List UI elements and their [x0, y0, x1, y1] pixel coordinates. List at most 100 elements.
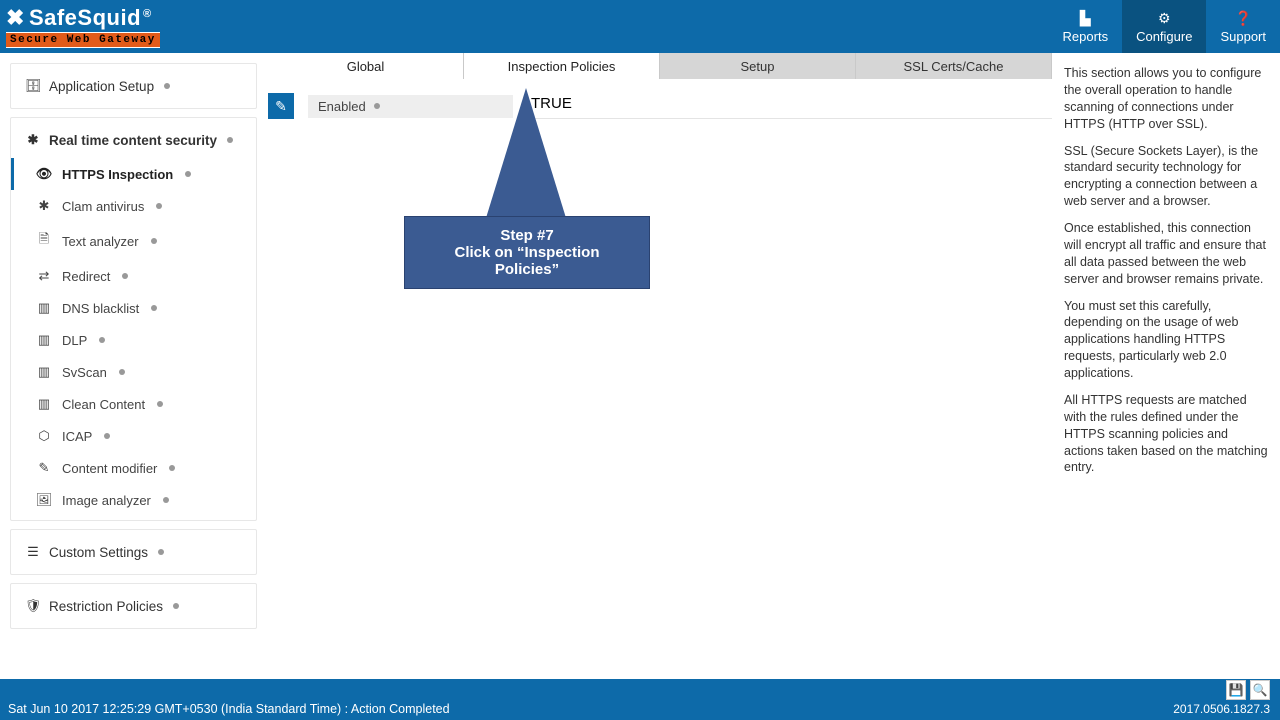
save-icon: 💾 — [1229, 683, 1244, 697]
sidebar-group-restriction: 🛡 Restriction Policies — [10, 583, 257, 629]
footer-buttons: 💾 🔍 — [1226, 680, 1270, 700]
sidebar-restriction-policies[interactable]: 🛡 Restriction Policies — [11, 588, 256, 624]
sidebar-item-dlp[interactable]: ▥ DLP — [11, 324, 256, 356]
tab-ssl-certs-cache[interactable]: SSL Certs/Cache — [856, 53, 1052, 79]
gears-icon: ⚙ — [1158, 10, 1171, 27]
help-paragraph: You must set this carefully, depending o… — [1064, 298, 1270, 382]
barcode-icon: ▥ — [36, 332, 52, 348]
sidebar-item-content-modifier[interactable]: ✎ Content modifier — [11, 452, 256, 484]
callout-text: Click on “Inspection Policies” — [427, 244, 627, 278]
info-icon — [156, 203, 162, 209]
footer: Sat Jun 10 2017 12:25:29 GMT+0530 (India… — [0, 679, 1280, 720]
property-value: TRUE — [527, 93, 1052, 119]
info-icon — [104, 433, 110, 439]
sidebar-item-label: Clam antivirus — [62, 199, 144, 214]
save-button[interactable]: 💾 — [1226, 680, 1246, 700]
sidebar-group-rtcs: ✱ Real time content security 👁 HTTPS Ins… — [10, 117, 257, 521]
info-icon — [227, 137, 233, 143]
footer-status: Sat Jun 10 2017 12:25:29 GMT+0530 (India… — [8, 702, 450, 716]
brand-name: SafeSquid — [29, 5, 141, 31]
sidebar-item-https-inspection[interactable]: 👁 HTTPS Inspection — [11, 158, 256, 190]
info-icon — [99, 337, 105, 343]
sliders-icon: ☰ — [25, 544, 41, 560]
sidebar-app-setup-label: Application Setup — [49, 79, 154, 94]
tab-global[interactable]: Global — [268, 53, 464, 79]
barcode-icon: ▥ — [36, 396, 52, 412]
help-paragraph: All HTTPS requests are matched with the … — [1064, 392, 1270, 476]
sidebar-item-label: Content modifier — [62, 461, 157, 476]
brand-title: ✖ SafeSquid ® — [6, 5, 160, 31]
sidebar-item-dns-blacklist[interactable]: ▥ DNS blacklist — [11, 292, 256, 324]
sidebar-item-label: DNS blacklist — [62, 301, 139, 316]
edit-icon: ✎ — [36, 460, 52, 476]
sidebar-item-icap[interactable]: ⬡ ICAP — [11, 420, 256, 452]
chart-icon: ▙ — [1080, 10, 1091, 27]
sidebar-restriction-label: Restriction Policies — [49, 599, 163, 614]
barcode-icon: ▥ — [36, 364, 52, 380]
info-icon — [158, 549, 164, 555]
help-paragraph: Once established, this connection will e… — [1064, 220, 1270, 288]
nav-reports-label: Reports — [1063, 29, 1109, 44]
sidebar-group-custom: ☰ Custom Settings — [10, 529, 257, 575]
nav-configure[interactable]: ⚙ Configure — [1122, 0, 1206, 53]
property-row: ✎ Enabled TRUE — [268, 93, 1052, 119]
callout-step: Step #7 — [427, 227, 627, 244]
center-panel: Global Inspection Policies Setup SSL Cer… — [262, 53, 1058, 679]
nav-support-label: Support — [1220, 29, 1266, 44]
pencil-square-icon: ✎ — [275, 98, 287, 115]
help-paragraph: This section allows you to configure the… — [1064, 65, 1270, 133]
info-icon — [169, 465, 175, 471]
info-icon — [185, 171, 191, 177]
sidebar-item-label: Redirect — [62, 269, 110, 284]
help-icon: ❓ — [1235, 10, 1252, 27]
tab-inspection-policies[interactable]: Inspection Policies — [464, 53, 660, 79]
nav-reports[interactable]: ▙ Reports — [1049, 0, 1123, 53]
sidebar-custom-label: Custom Settings — [49, 545, 148, 560]
sidebar-rtcs[interactable]: ✱ Real time content security — [11, 122, 256, 158]
nav-configure-label: Configure — [1136, 29, 1192, 44]
sidebar-item-label: HTTPS Inspection — [62, 167, 173, 182]
sidebar-item-label: Text analyzer — [62, 234, 139, 249]
brand-logo: ✖ SafeSquid ® Secure Web Gateway — [6, 5, 160, 48]
eye-icon: 👁 — [36, 166, 52, 182]
sidebar-item-clam-antivirus[interactable]: ✱ Clam antivirus — [11, 190, 256, 222]
top-nav: ▙ Reports ⚙ Configure ❓ Support — [1049, 0, 1280, 53]
info-icon — [122, 273, 128, 279]
info-icon — [164, 83, 170, 89]
sidebar-item-clean-content[interactable]: ▥ Clean Content — [11, 388, 256, 420]
gear-outline-icon: ⬡ — [36, 428, 52, 444]
file-icon: 🗎 — [36, 230, 52, 252]
asterisk-icon: ✱ — [36, 198, 52, 214]
edit-button[interactable]: ✎ — [268, 93, 294, 119]
sidebar-item-image-analyzer[interactable]: 🖼 Image analyzer — [11, 484, 256, 516]
search-icon: 🔍 — [1253, 683, 1268, 697]
property-label: Enabled — [308, 95, 513, 118]
search-button[interactable]: 🔍 — [1250, 680, 1270, 700]
sidebar-item-label: SvScan — [62, 365, 107, 380]
topbar: ✖ SafeSquid ® Secure Web Gateway ▙ Repor… — [0, 0, 1280, 53]
tab-setup[interactable]: Setup — [660, 53, 856, 79]
main: 🗄 Application Setup ✱ Real time content … — [0, 53, 1280, 679]
sidebar-item-label: DLP — [62, 333, 87, 348]
shuffle-icon: ⇄ — [36, 268, 52, 284]
help-paragraph: SSL (Secure Sockets Layer), is the stand… — [1064, 143, 1270, 211]
list-icon: ▥ — [36, 300, 52, 316]
info-icon — [119, 369, 125, 375]
shield-icon: 🛡 — [25, 598, 41, 614]
help-panel: This section allows you to configure the… — [1058, 53, 1280, 679]
info-icon — [163, 497, 169, 503]
info-icon — [151, 238, 157, 244]
info-icon — [151, 305, 157, 311]
nav-support[interactable]: ❓ Support — [1206, 0, 1280, 53]
briefcase-icon: 🗄 — [25, 78, 41, 94]
sidebar-item-label: Clean Content — [62, 397, 145, 412]
brand-tagline: Secure Web Gateway — [6, 32, 160, 48]
sidebar-item-text-analyzer[interactable]: 🗎 Text analyzer — [11, 222, 256, 260]
sidebar-item-svscan[interactable]: ▥ SvScan — [11, 356, 256, 388]
brand-registered: ® — [143, 8, 152, 20]
footer-version: 2017.0506.1827.3 — [1173, 702, 1270, 716]
sidebar-custom-settings[interactable]: ☰ Custom Settings — [11, 534, 256, 570]
sidebar-item-label: Image analyzer — [62, 493, 151, 508]
sidebar-item-redirect[interactable]: ⇄ Redirect — [11, 260, 256, 292]
sidebar-app-setup[interactable]: 🗄 Application Setup — [11, 68, 256, 104]
